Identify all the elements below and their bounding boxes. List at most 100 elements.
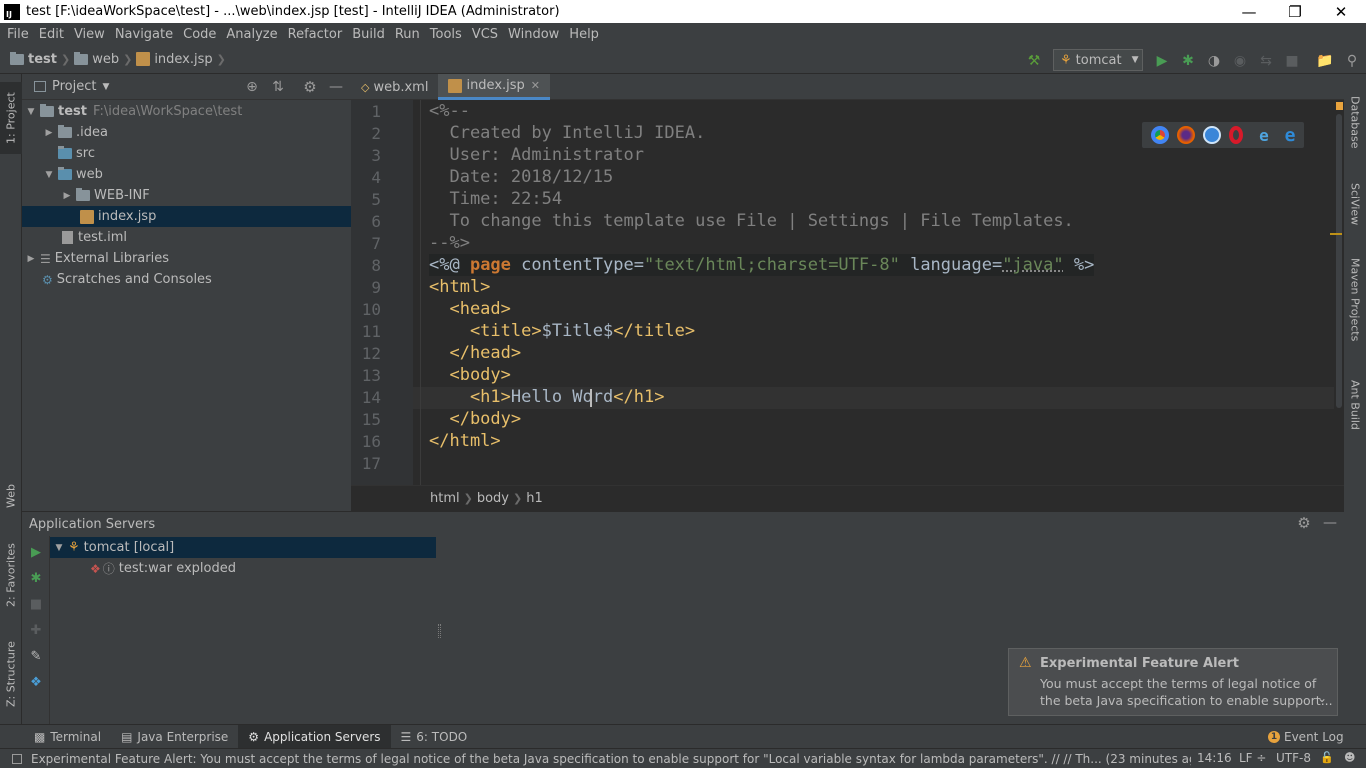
project-panel-title[interactable]: Project	[52, 79, 96, 94]
menu-build[interactable]: Build	[347, 27, 390, 42]
menu-help[interactable]: Help	[564, 27, 604, 42]
maven-tool-tab[interactable]: Maven Projects	[1344, 250, 1366, 350]
tab-application-servers[interactable]: ⚙ Application Servers	[238, 724, 391, 749]
code-line-14: <h1>Hello Word</h1>	[429, 387, 665, 407]
chevron-right-icon: ❯	[513, 492, 523, 505]
tree-item-src[interactable]: src	[22, 143, 351, 164]
project-tool-tab[interactable]: 1: Project	[0, 82, 22, 154]
tree-item-web[interactable]: ▼ web	[22, 164, 351, 185]
folder-icon	[58, 125, 72, 138]
tab-web-xml[interactable]: ◇ web.xml	[351, 74, 438, 100]
nav-crumb-web[interactable]: web	[74, 51, 119, 67]
database-tool-tab[interactable]: Database	[1344, 82, 1366, 162]
nav-crumb-test[interactable]: test	[10, 51, 57, 67]
menu-file[interactable]: File	[2, 27, 34, 42]
project-structure-icon[interactable]: 📁	[1316, 52, 1334, 70]
chevron-down-icon[interactable]: ⌄	[1317, 691, 1327, 705]
breadcrumb-h1[interactable]: h1	[526, 491, 543, 506]
debug-icon[interactable]: ✱	[28, 570, 44, 586]
menu-analyze[interactable]: Analyze	[221, 27, 282, 42]
collapse-all-icon[interactable]: ⇅	[270, 79, 286, 95]
inspector-icon[interactable]: ☻	[1344, 751, 1355, 764]
close-tab-icon[interactable]: ✕	[531, 79, 540, 92]
close-window-button[interactable]: ✕	[1318, 0, 1364, 23]
warning-marker[interactable]	[1330, 233, 1342, 235]
gear-icon[interactable]: ⚙	[302, 78, 318, 96]
stop-icon[interactable]: ■	[28, 596, 44, 612]
favorites-tool-tab[interactable]: 2: Favorites	[0, 534, 22, 616]
menu-navigate[interactable]: Navigate	[110, 27, 178, 42]
scrollbar-thumb[interactable]	[1336, 114, 1342, 408]
internet-explorer-icon[interactable]: e	[1255, 126, 1273, 145]
tool-windows-toggle-icon[interactable]	[12, 753, 22, 764]
breadcrumb-body[interactable]: body	[477, 491, 509, 506]
profile-icon[interactable]: ◉	[1231, 52, 1249, 70]
structure-tool-tab[interactable]: Z: Structure	[0, 634, 22, 714]
firefox-icon[interactable]	[1177, 126, 1195, 144]
coverage-icon[interactable]: ◑	[1205, 52, 1223, 70]
edge-icon[interactable]: e	[1281, 125, 1299, 146]
code-line-5: Time: 22:54	[429, 189, 563, 209]
hide-panel-icon[interactable]: —	[1322, 515, 1338, 531]
tree-item-web-inf[interactable]: ▶ WEB-INF	[22, 185, 351, 206]
tab-terminal[interactable]: ▩ Terminal	[24, 725, 111, 749]
menu-run[interactable]: Run	[390, 27, 425, 42]
notification-balloon[interactable]: ⚠ Experimental Feature Alert You must ac…	[1008, 648, 1338, 716]
run-config-select[interactable]: ⚘ tomcat ▼	[1053, 49, 1143, 71]
lock-icon[interactable]: 🔓	[1320, 751, 1334, 764]
restore-button[interactable]: ❐	[1272, 0, 1318, 23]
menu-view[interactable]: View	[69, 27, 110, 42]
breadcrumb-html[interactable]: html	[430, 491, 460, 506]
tab-index-jsp[interactable]: index.jsp ✕	[438, 74, 551, 100]
event-log-button[interactable]: 1 Event Log	[1258, 725, 1354, 749]
update-icon[interactable]: ⇆	[1257, 52, 1275, 70]
opera-icon[interactable]	[1229, 126, 1243, 144]
artifact-icon[interactable]: ❖	[28, 674, 44, 690]
code-line-3: User: Administrator	[429, 145, 644, 165]
tab-todo[interactable]: ☰ 6: TODO	[391, 725, 478, 749]
edit-config-icon[interactable]: ✎	[28, 648, 44, 664]
file-encoding[interactable]: UTF-8	[1276, 751, 1311, 765]
tree-item-test[interactable]: ▼ test F:\idea\WorkSpace\test	[22, 101, 351, 122]
splitter-handle[interactable]	[438, 624, 441, 638]
locate-icon[interactable]: ⊕	[244, 79, 260, 95]
chrome-icon[interactable]	[1151, 126, 1169, 144]
line-number: 10	[361, 300, 381, 319]
deploy-icon[interactable]: ✚	[28, 622, 44, 638]
build-hammer-icon[interactable]: ⚒	[1025, 52, 1043, 70]
menu-refactor[interactable]: Refactor	[283, 27, 348, 42]
gear-icon[interactable]: ⚙	[1296, 514, 1312, 532]
ant-build-tool-tab[interactable]: Ant Build	[1344, 370, 1366, 440]
code-line-1: <%--	[429, 101, 470, 121]
chevron-down-icon[interactable]: ▼	[102, 82, 109, 92]
search-icon[interactable]: ⚲	[1343, 52, 1361, 70]
tab-java-enterprise[interactable]: ▤ Java Enterprise	[111, 725, 238, 749]
safari-icon[interactable]	[1203, 126, 1221, 144]
nav-crumb-index-jsp[interactable]: index.jsp	[136, 52, 213, 67]
menu-vcs[interactable]: VCS	[467, 27, 503, 42]
menu-window[interactable]: Window	[503, 27, 564, 42]
editor-scrollbar[interactable]	[1330, 100, 1344, 485]
debug-icon[interactable]: ✱	[1179, 52, 1197, 70]
run-icon[interactable]: ▶	[28, 544, 44, 560]
tree-item-test-iml[interactable]: test.iml	[22, 227, 351, 248]
menu-code[interactable]: Code	[178, 27, 221, 42]
tree-item-scratches[interactable]: ⚙ Scratches and Consoles	[22, 269, 351, 290]
line-separator[interactable]: LF ÷	[1239, 751, 1266, 765]
menu-tools[interactable]: Tools	[425, 27, 467, 42]
tree-item-index-jsp[interactable]: index.jsp	[22, 206, 351, 227]
server-row-tomcat[interactable]: ▼ ⚘ tomcat [local]	[50, 537, 436, 558]
menu-edit[interactable]: Edit	[34, 27, 69, 42]
caret-position[interactable]: 14:16	[1197, 751, 1232, 765]
code-editor[interactable]: <%-- Created by IntelliJ IDEA. User: Adm…	[413, 100, 1334, 485]
status-message[interactable]: Experimental Feature Alert: You must acc…	[31, 752, 1191, 766]
tree-item-idea[interactable]: ▶ .idea	[22, 122, 351, 143]
sciview-tool-tab[interactable]: SciView	[1344, 174, 1366, 234]
artifact-row[interactable]: ❖ ⓘ test:war exploded	[90, 558, 236, 579]
stop-icon[interactable]: ■	[1283, 52, 1301, 70]
minimize-button[interactable]: —	[1226, 0, 1272, 23]
run-icon[interactable]: ▶	[1153, 52, 1171, 70]
hide-panel-icon[interactable]: —	[328, 79, 344, 95]
web-tool-tab[interactable]: Web	[0, 474, 22, 518]
tree-item-external-libraries[interactable]: ▶ ☰ External Libraries	[22, 248, 351, 269]
